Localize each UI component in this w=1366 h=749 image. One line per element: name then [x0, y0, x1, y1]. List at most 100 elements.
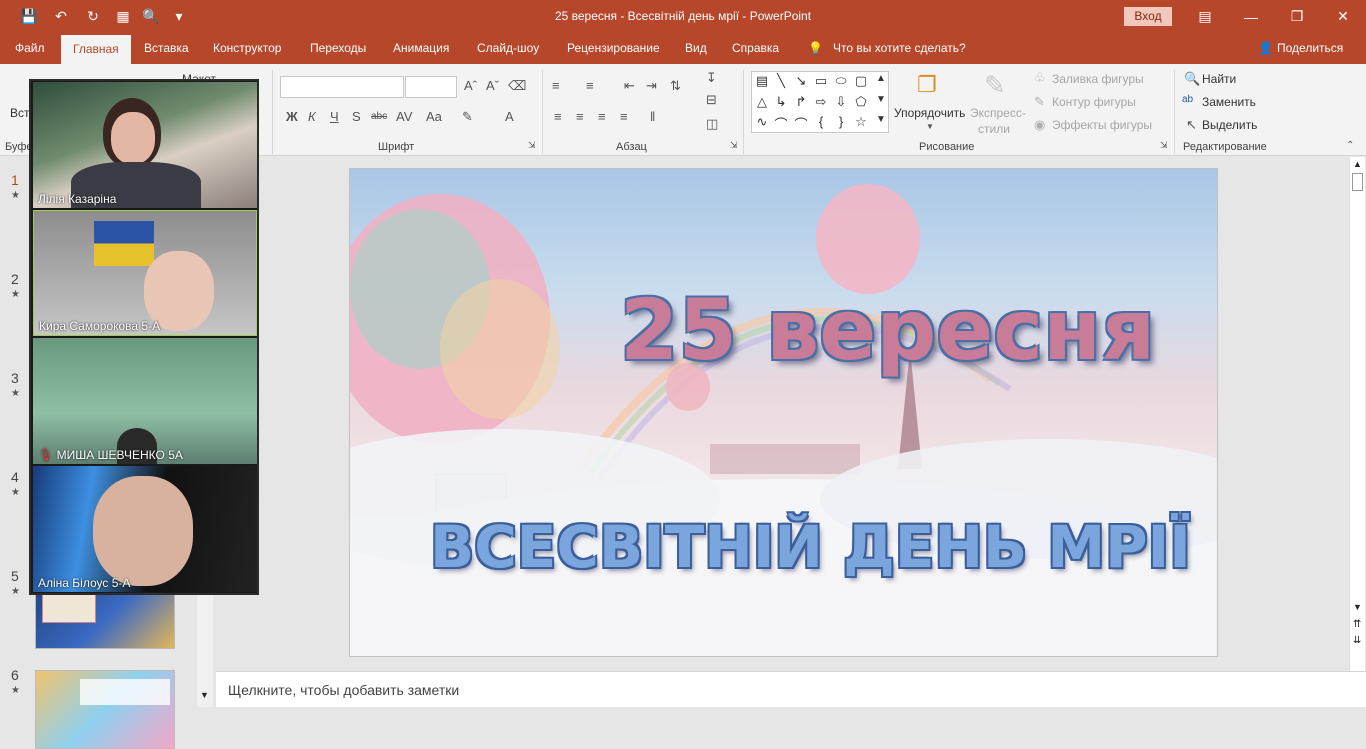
tab-slideshow[interactable]: Слайд-шоу: [477, 41, 539, 55]
elbow-arrow-shape-icon[interactable]: ↱: [792, 94, 810, 110]
left-brace-shape-icon[interactable]: {: [812, 114, 830, 129]
bold-button[interactable]: Ж: [286, 109, 298, 124]
rounded-rect-shape-icon[interactable]: ▢: [852, 73, 870, 89]
minimize-button[interactable]: —: [1228, 0, 1274, 33]
close-button[interactable]: ✕: [1320, 0, 1366, 33]
shape-outline-button[interactable]: Контур фигуры: [1052, 95, 1136, 109]
char-spacing-button[interactable]: AV: [396, 109, 412, 124]
smartart-icon[interactable]: ◫: [706, 116, 718, 132]
align-right-icon[interactable]: ≡: [598, 109, 606, 124]
collapse-ribbon-icon[interactable]: ⌃: [1346, 140, 1354, 151]
scroll-down-icon[interactable]: ▼: [1353, 602, 1362, 612]
video-call-panel[interactable]: Лілія Казаріна Кира Саморокова 5-А 🎙 МИШ…: [29, 79, 259, 595]
insert-partial-label[interactable]: Вст: [10, 106, 30, 120]
align-text-icon[interactable]: ⊟: [706, 92, 717, 108]
underline-button[interactable]: Ч: [330, 109, 339, 124]
right-arrow-shape-icon[interactable]: ⇨: [812, 94, 830, 110]
textbox-shape-icon[interactable]: ▤: [753, 73, 771, 89]
tab-review[interactable]: Рецензирование: [567, 41, 660, 55]
justify-icon[interactable]: ≡: [620, 109, 628, 124]
increase-indent-icon[interactable]: ⇥: [646, 78, 657, 94]
select-button[interactable]: Выделить: [1202, 118, 1257, 132]
oval-shape-icon[interactable]: ⬭: [832, 73, 850, 89]
font-name-combo[interactable]: [280, 76, 404, 98]
font-color-button[interactable]: A: [505, 109, 514, 124]
bullets-icon[interactable]: ≡: [552, 78, 560, 93]
decrease-font-icon[interactable]: Aˇ: [486, 78, 499, 93]
scroll-up-icon[interactable]: ▲: [1353, 159, 1362, 169]
align-center-icon[interactable]: ≡: [576, 109, 584, 124]
maximize-button[interactable]: ❐: [1274, 0, 1320, 33]
replace-button[interactable]: Заменить: [1202, 95, 1256, 109]
notes-placeholder[interactable]: Щелкните, чтобы добавить заметки: [228, 682, 459, 698]
tab-home[interactable]: Главная: [61, 35, 131, 64]
slide-subtitle[interactable]: ВСЕСВІТНІЙ ДЕНЬ МРІЇ: [430, 513, 1191, 581]
slide-canvas[interactable]: 25 вересня ВСЕСВІТНІЙ ДЕНЬ МРІЇ: [349, 168, 1218, 657]
shapes-gallery[interactable]: ▤ ╲ ↘ ▭ ⬭ ▢ △ ↳ ↱ ⇨ ⇩ ⬠ ∿ ⌒ ⌒ { } ☆ ▲ ▼ …: [751, 71, 889, 133]
gallery-up-icon[interactable]: ▲: [872, 73, 890, 84]
video-tile[interactable]: 🎙 МИША ШЕВЧЕНКО 5А: [33, 338, 257, 464]
replace-icon[interactable]: ab: [1182, 94, 1193, 105]
pentagon-shape-icon[interactable]: ⬠: [852, 94, 870, 110]
tell-me-search[interactable]: Что вы хотите сделать?: [833, 41, 966, 55]
quick-styles-icon[interactable]: ✎: [984, 70, 1006, 101]
star-shape-icon[interactable]: ☆: [852, 114, 870, 130]
scroll-thumb[interactable]: [1352, 173, 1363, 191]
clear-format-icon[interactable]: ⌫: [508, 78, 526, 94]
quick-styles-label-1[interactable]: Экспресс-: [970, 106, 1026, 120]
gallery-down-icon[interactable]: ▼: [872, 94, 890, 105]
share-icon[interactable]: 👤: [1258, 41, 1273, 55]
curve-shape-icon[interactable]: ⌒: [772, 114, 790, 133]
slide-scrollbar[interactable]: ▲ ▼ ⇈ ⇊: [1349, 157, 1365, 671]
numbering-icon[interactable]: ≡: [586, 78, 594, 93]
select-cursor-icon[interactable]: ↖: [1186, 117, 1197, 133]
font-size-combo[interactable]: [405, 76, 457, 98]
tab-file[interactable]: Файл: [15, 41, 45, 55]
shape-effects-button[interactable]: Эффекты фигуры: [1052, 118, 1152, 132]
freeform-shape-icon[interactable]: ∿: [753, 114, 771, 130]
tab-view[interactable]: Вид: [685, 41, 707, 55]
right-brace-shape-icon[interactable]: }: [832, 114, 850, 129]
video-tile-active[interactable]: Кира Саморокова 5-А: [33, 210, 257, 336]
tab-animations[interactable]: Анимация: [393, 41, 449, 55]
arrow-line-shape-icon[interactable]: ↘: [792, 73, 810, 89]
highlight-icon[interactable]: ✎: [462, 109, 473, 125]
share-button[interactable]: Поделиться: [1277, 41, 1343, 55]
quick-styles-label-2[interactable]: стили: [978, 122, 1010, 136]
line-shape-icon[interactable]: ╲: [772, 73, 790, 89]
arrange-button[interactable]: Упорядочить: [894, 106, 965, 120]
elbow-connector-shape-icon[interactable]: ↳: [772, 94, 790, 110]
shape-fill-button[interactable]: Заливка фигуры: [1052, 72, 1144, 86]
align-left-icon[interactable]: ≡: [554, 109, 562, 124]
video-tile[interactable]: Аліна Білоус 5-А: [33, 466, 257, 592]
rectangle-shape-icon[interactable]: ▭: [812, 73, 830, 89]
arc-shape-icon[interactable]: ⌒: [792, 114, 810, 133]
change-case-button[interactable]: Aa: [426, 109, 442, 124]
previous-slide-icon[interactable]: ⇈: [1353, 619, 1361, 630]
video-tile[interactable]: Лілія Казаріна: [33, 82, 257, 208]
strikethrough-button[interactable]: abc: [371, 111, 387, 122]
italic-button[interactable]: К: [308, 109, 316, 124]
find-button[interactable]: Найти: [1202, 72, 1236, 86]
scroll-down-icon[interactable]: ▼: [200, 690, 209, 700]
tab-insert[interactable]: Вставка: [144, 41, 189, 55]
triangle-shape-icon[interactable]: △: [753, 94, 771, 110]
gallery-more-icon[interactable]: ▼: [872, 114, 890, 125]
find-icon[interactable]: 🔍: [1184, 71, 1200, 87]
paragraph-dialog-launcher-icon[interactable]: ⇲: [730, 140, 738, 151]
line-spacing-icon[interactable]: ⇅: [670, 78, 681, 94]
decrease-indent-icon[interactable]: ⇤: [624, 78, 635, 94]
down-arrow-shape-icon[interactable]: ⇩: [832, 94, 850, 110]
text-shadow-button[interactable]: S: [352, 109, 361, 124]
columns-icon[interactable]: ‖: [650, 109, 655, 124]
tab-help[interactable]: Справка: [732, 41, 779, 55]
ribbon-display-options-icon[interactable]: ▤: [1182, 0, 1228, 33]
increase-font-icon[interactable]: Aˆ: [464, 78, 477, 93]
next-slide-icon[interactable]: ⇊: [1353, 635, 1361, 646]
arrange-icon[interactable]: ❐: [917, 72, 937, 98]
slide-thumbnail-6[interactable]: [35, 670, 175, 749]
tab-transitions[interactable]: Переходы: [310, 41, 366, 55]
tab-design[interactable]: Конструктор: [213, 41, 281, 55]
font-dialog-launcher-icon[interactable]: ⇲: [528, 140, 536, 151]
drawing-dialog-launcher-icon[interactable]: ⇲: [1160, 140, 1168, 151]
